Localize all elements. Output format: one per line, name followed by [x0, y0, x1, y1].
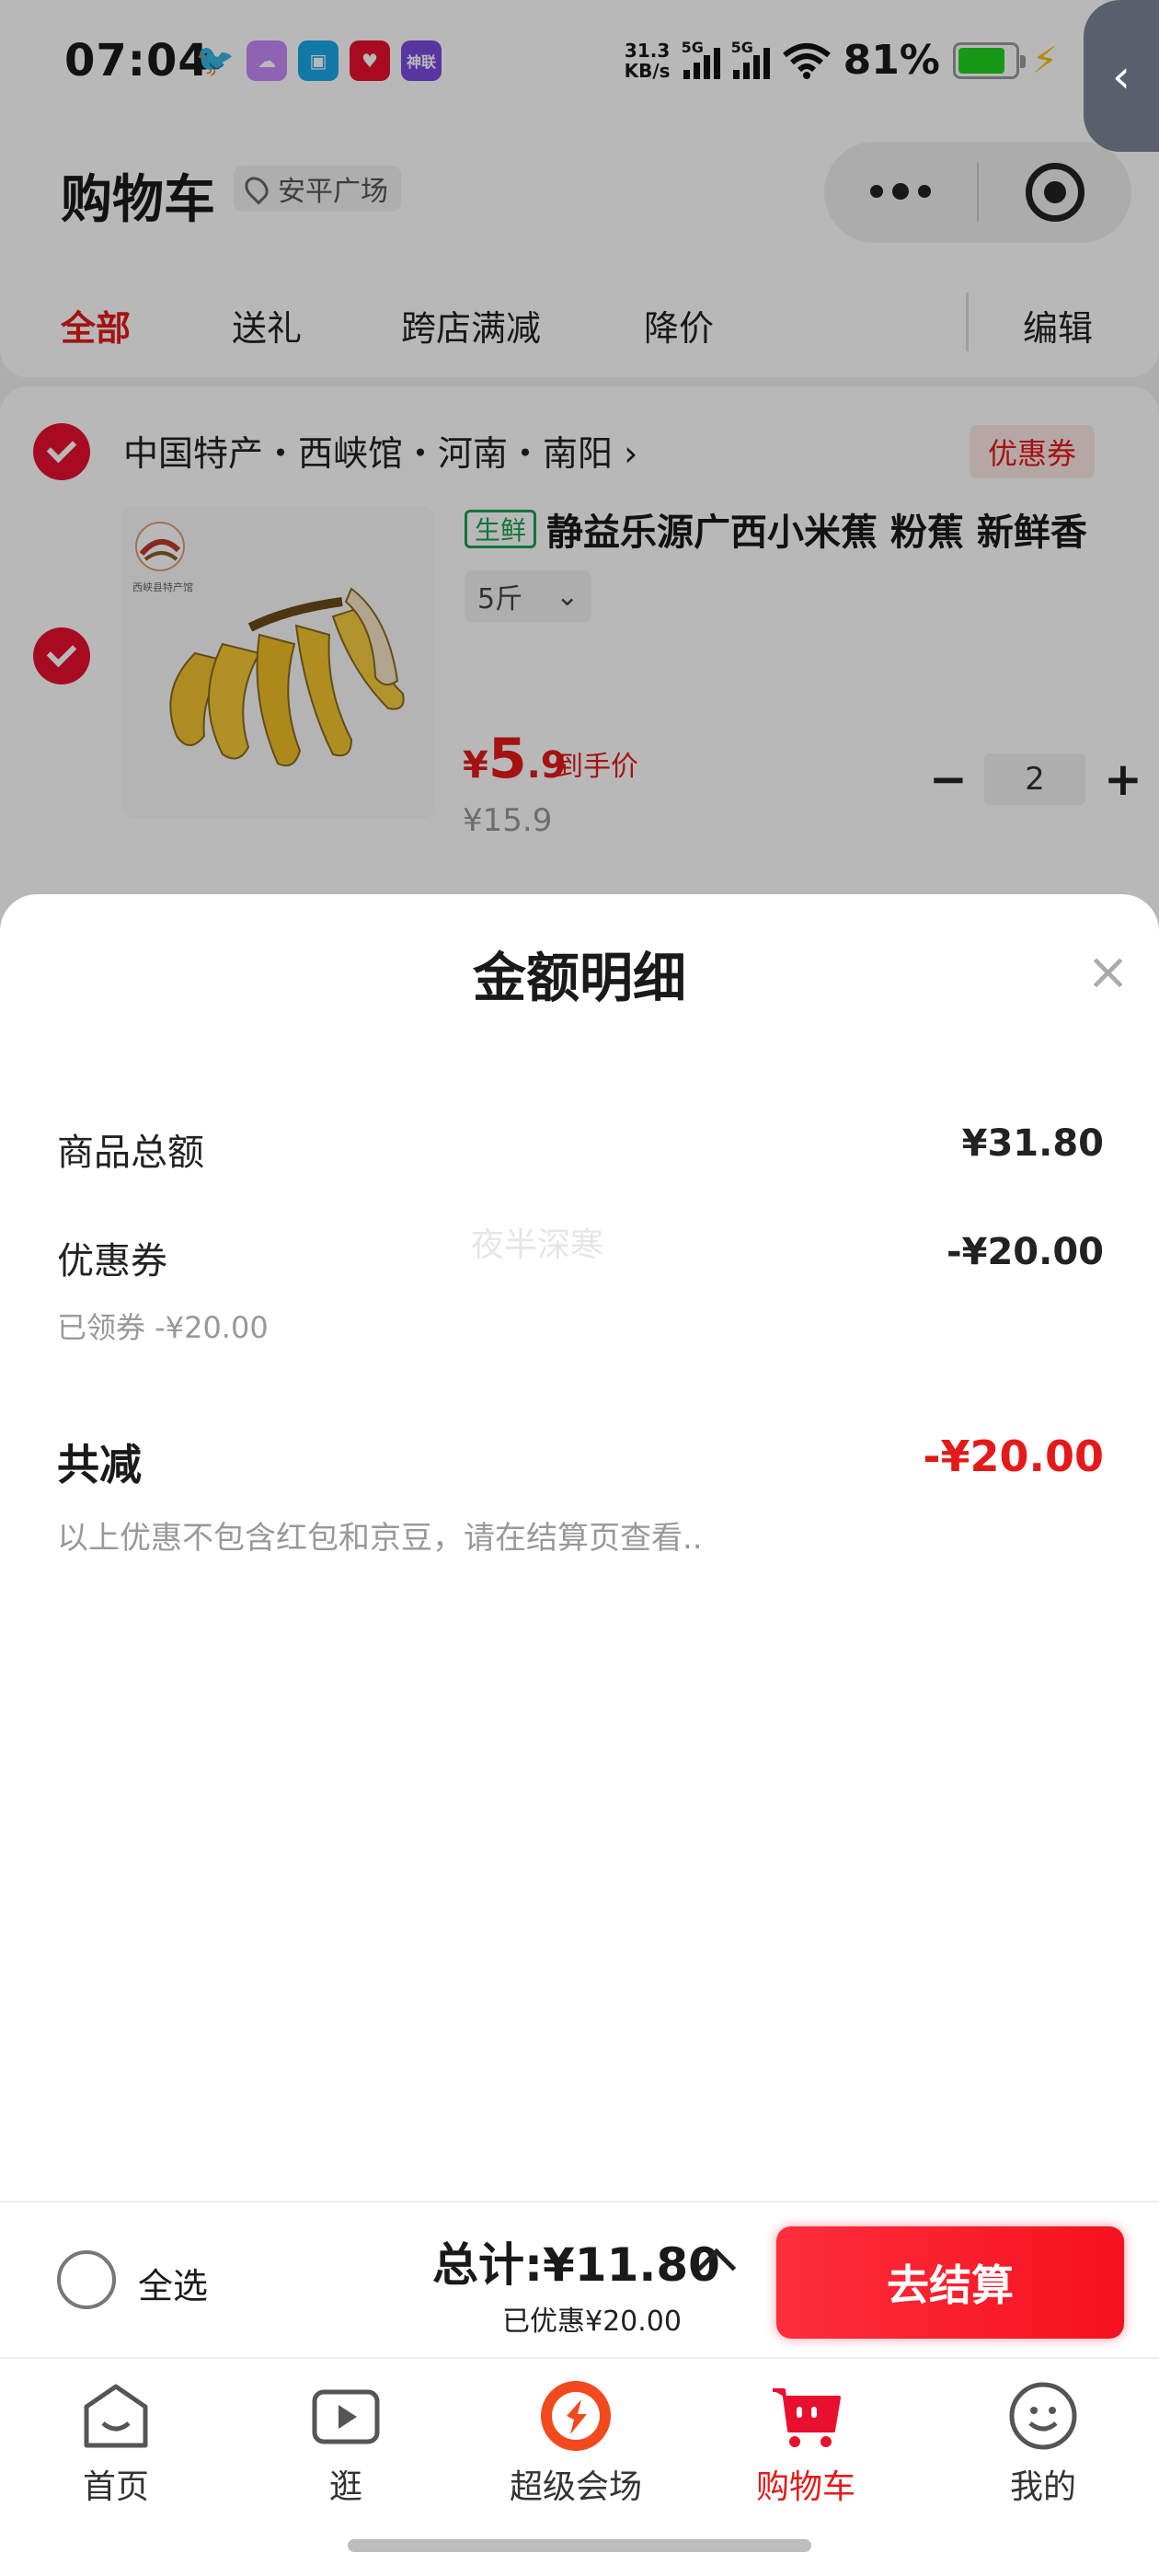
- super-venue-icon: [539, 2379, 613, 2453]
- goods-total-label: 商品总额: [57, 1132, 204, 1174]
- video-icon: [309, 2379, 383, 2453]
- checkout-button[interactable]: 去结算: [776, 2226, 1124, 2339]
- nav-browse[interactable]: 逛: [254, 2379, 438, 2508]
- total-discount-label: 共减: [57, 1440, 142, 1489]
- watermark: 夜半深寒: [471, 1226, 604, 1264]
- select-all-label[interactable]: 全选: [138, 2258, 208, 2308]
- discount-note: 以上优惠不包含红包和京豆，请在结算页查看..: [57, 1520, 703, 1557]
- saved-amount: 已优惠¥20.00: [502, 2306, 682, 2338]
- select-all-checkbox[interactable]: [57, 2250, 116, 2309]
- checkout-bar: 全选 总计:¥11.80 已优惠¥20.00 去结算: [0, 2201, 1159, 2357]
- nav-cart[interactable]: 购物车: [714, 2379, 898, 2508]
- profile-icon: [1006, 2379, 1080, 2453]
- goods-total-value: ¥31.80: [961, 1122, 1104, 1165]
- home-indicator: [348, 2539, 811, 2552]
- nav-profile[interactable]: 我的: [951, 2379, 1135, 2508]
- coupon-label: 优惠券: [57, 1240, 167, 1282]
- home-icon: [79, 2379, 153, 2453]
- close-icon[interactable]: ×: [1086, 942, 1130, 1002]
- nav-home[interactable]: 首页: [24, 2379, 208, 2508]
- coupon-value: -¥20.00: [947, 1231, 1104, 1273]
- total-amount: 总计:¥11.80: [432, 2238, 720, 2292]
- cart-icon: [769, 2379, 843, 2453]
- total-discount-value: -¥20.00: [923, 1432, 1104, 1481]
- price-detail-sheet: 金额明细 × 商品总额 ¥31.80 优惠券 夜半深寒 -¥20.00 已领券 …: [0, 894, 1159, 2201]
- side-collapse-handle[interactable]: ‹: [1084, 0, 1159, 152]
- nav-super-venue[interactable]: 超级会场: [484, 2379, 668, 2508]
- coupon-claimed-note: 已领券 -¥20.00: [57, 1310, 269, 1345]
- sheet-title: 金额明细: [472, 947, 686, 1009]
